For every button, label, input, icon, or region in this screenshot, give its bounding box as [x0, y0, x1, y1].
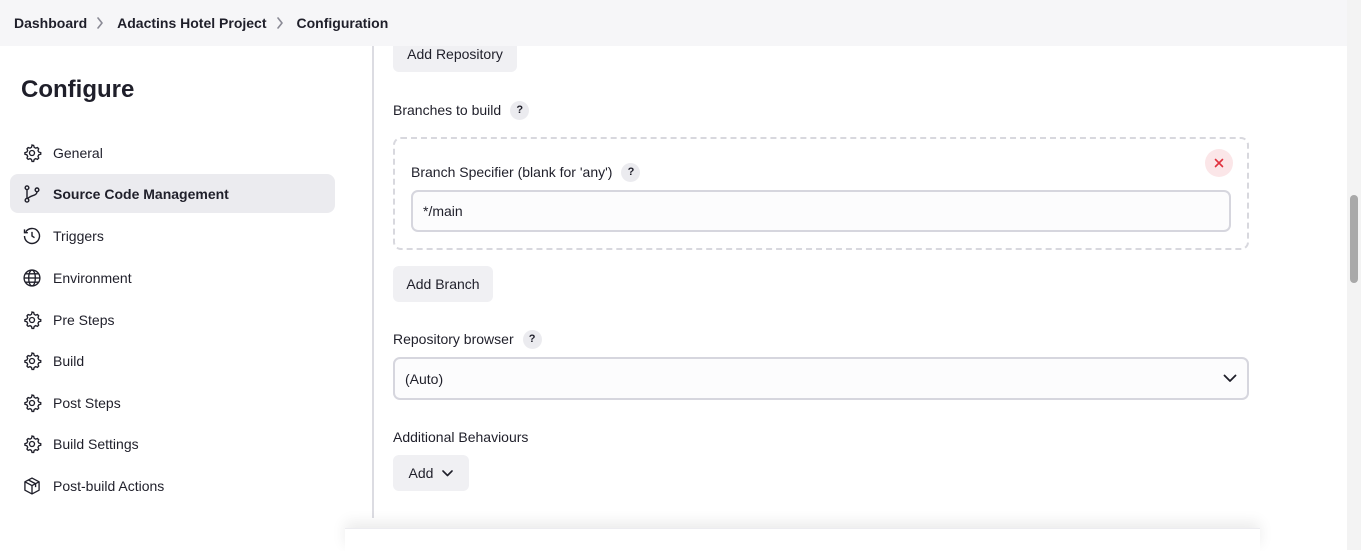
- chevron-down-icon: [1223, 374, 1237, 383]
- bottom-app-bar: [345, 528, 1260, 551]
- sidebar-item-source-code-management[interactable]: Source Code Management: [10, 174, 335, 213]
- branches-to-build-text: Branches to build: [393, 102, 502, 118]
- repository-browser-select[interactable]: (Auto): [393, 357, 1249, 400]
- clock-icon: [22, 226, 42, 246]
- scrollbar-thumb[interactable]: [1350, 195, 1358, 283]
- sidebar-item-environment[interactable]: Environment: [10, 258, 335, 297]
- sidebar-item-label: Triggers: [53, 227, 104, 244]
- delete-branch-button[interactable]: [1205, 149, 1233, 177]
- branch-specifier-label: Branch Specifier (blank for 'any') ?: [411, 161, 641, 183]
- globe-icon: [22, 268, 42, 288]
- gear-icon: [22, 393, 42, 413]
- sidebar-item-post-steps[interactable]: Post Steps: [10, 383, 335, 422]
- add-branch-button[interactable]: Add Branch: [393, 266, 493, 302]
- add-behaviour-label: Add: [408, 465, 434, 481]
- repository-browser-text: Repository browser: [393, 331, 514, 347]
- help-icon[interactable]: ?: [522, 329, 542, 349]
- help-icon[interactable]: ?: [621, 162, 641, 182]
- sidebar-item-label: Pre Steps: [53, 311, 115, 328]
- gear-icon: [22, 351, 42, 371]
- branch-entry: Branch Specifier (blank for 'any') ?: [393, 137, 1249, 250]
- sidebar-item-pre-steps[interactable]: Pre Steps: [10, 300, 335, 339]
- gear-icon: [22, 434, 42, 454]
- sidebar: Configure General Source Code Management…: [0, 46, 374, 518]
- breadcrumb-configuration[interactable]: Configuration: [297, 15, 389, 31]
- branch-specifier-input[interactable]: [411, 190, 1231, 232]
- scm-section: Add Repository Branches to build ? Branc…: [393, 0, 1253, 550]
- chevron-down-icon: [442, 469, 454, 477]
- branches-to-build-label: Branches to build ?: [393, 99, 530, 121]
- sidebar-item-label: Post-build Actions: [53, 477, 165, 494]
- help-icon[interactable]: ?: [510, 100, 530, 120]
- repository-browser-value: (Auto): [405, 370, 444, 387]
- sidebar-item-label: General: [53, 144, 103, 161]
- sidebar-item-build-settings[interactable]: Build Settings: [10, 424, 335, 463]
- sidebar-item-label: Post Steps: [53, 394, 121, 411]
- branch-icon: [22, 184, 42, 204]
- page-title: Configure: [21, 76, 135, 103]
- breadcrumb-dashboard[interactable]: Dashboard: [14, 15, 87, 31]
- sidebar-item-triggers[interactable]: Triggers: [10, 216, 335, 255]
- gear-icon: [22, 143, 42, 163]
- sidebar-item-build[interactable]: Build: [10, 341, 335, 380]
- additional-behaviours-label: Additional Behaviours: [393, 429, 529, 445]
- breadcrumb-project[interactable]: Adactins Hotel Project: [117, 15, 266, 31]
- close-icon: [1214, 158, 1224, 168]
- breadcrumb: Dashboard Adactins Hotel Project Configu…: [0, 0, 1347, 46]
- branch-specifier-text: Branch Specifier (blank for 'any'): [411, 164, 613, 180]
- chevron-right-icon: [269, 17, 291, 29]
- sidebar-item-label: Source Code Management: [53, 185, 229, 202]
- sidebar-item-label: Build Settings: [53, 435, 139, 452]
- vertical-scrollbar[interactable]: [1347, 0, 1361, 550]
- sidebar-item-label: Build: [53, 352, 85, 369]
- add-behaviour-button[interactable]: Add: [393, 455, 469, 491]
- sidebar-item-label: Environment: [53, 269, 132, 286]
- sidebar-item-general[interactable]: General: [10, 133, 335, 172]
- package-icon: [22, 476, 42, 496]
- chevron-right-icon: [89, 17, 111, 29]
- sidebar-item-post-build-actions[interactable]: Post-build Actions: [10, 466, 335, 505]
- repository-browser-label: Repository browser ?: [393, 328, 542, 350]
- gear-icon: [22, 310, 42, 330]
